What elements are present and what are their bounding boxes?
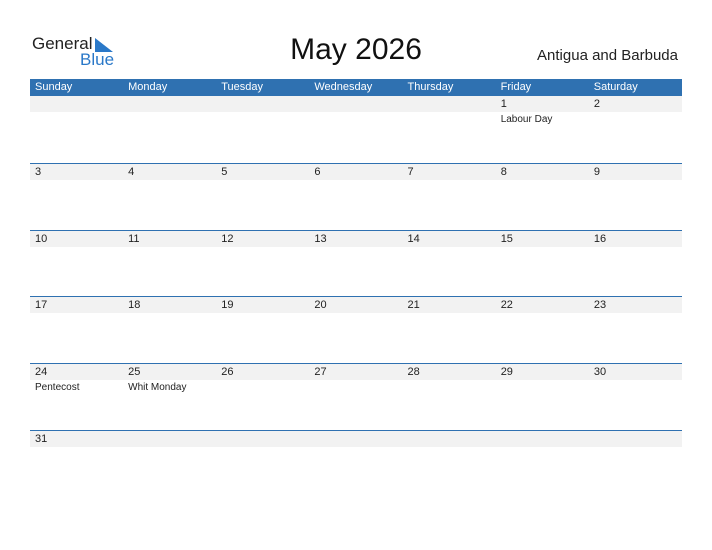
day-number: 23: [593, 299, 607, 311]
weekday-tuesday: Tuesday: [221, 81, 264, 93]
week-row: 3 4 5 6 7 8 9: [30, 163, 682, 231]
day-number: 21: [407, 299, 420, 311]
day-cell: 14: [403, 231, 496, 298]
day-number: 4: [128, 166, 135, 178]
day-cell: 12: [216, 231, 309, 298]
day-number: 1: [500, 98, 507, 110]
holiday-label: Pentecost: [35, 382, 80, 393]
day-cell: 20: [309, 297, 402, 364]
day-number: 30: [593, 366, 607, 378]
day-number: 6: [314, 166, 321, 178]
day-number: 28: [407, 366, 420, 378]
day-number: 5: [221, 166, 228, 178]
day-cell: 10: [30, 231, 123, 298]
day-cell: [589, 431, 682, 498]
day-cell: 19: [216, 297, 309, 364]
day-number: 12: [221, 233, 234, 245]
weekday-header: Sunday Monday Tuesday Wednesday Thursday…: [30, 79, 682, 96]
day-cell: [123, 431, 216, 498]
day-cell: [216, 431, 309, 498]
day-number: 7: [407, 166, 414, 178]
day-cell: 3: [30, 164, 123, 231]
weekday-saturday: Saturday: [593, 81, 638, 93]
day-cell: 16: [589, 231, 682, 298]
day-number: 20: [314, 299, 327, 311]
day-cell: 6: [309, 164, 402, 231]
day-number: 18: [128, 299, 141, 311]
day-number: 17: [35, 299, 48, 311]
weekday-wednesday: Wednesday: [314, 81, 373, 93]
day-cell: 28: [403, 364, 496, 431]
day-number: 10: [35, 233, 48, 245]
day-number: 9: [593, 166, 600, 178]
day-number: 13: [314, 233, 327, 245]
day-cell: 7: [403, 164, 496, 231]
day-cell: 18: [123, 297, 216, 364]
week-row: 31: [30, 430, 682, 498]
day-cell: 17: [30, 297, 123, 364]
day-cell: [216, 96, 309, 163]
week-row: 24 Pentecost 25 Whit Monday 26 27 28 29 30: [30, 363, 682, 431]
day-cell: [496, 431, 589, 498]
day-number: 2: [593, 98, 600, 110]
day-number: 16: [593, 233, 607, 245]
day-number: 26: [221, 366, 234, 378]
day-cell: 11: [123, 231, 216, 298]
week-row: 1 Labour Day 2: [30, 96, 682, 163]
day-cell: 4: [123, 164, 216, 231]
day-number: 14: [407, 233, 420, 245]
day-number: 11: [128, 233, 140, 245]
day-cell: 30: [589, 364, 682, 431]
day-cell: [30, 96, 123, 163]
day-cell: 23: [589, 297, 682, 364]
day-cell: [123, 96, 216, 163]
weekday-thursday: Thursday: [407, 81, 454, 93]
day-cell: 5: [216, 164, 309, 231]
day-cell: 22: [496, 297, 589, 364]
day-number: 3: [35, 166, 42, 178]
day-number: 19: [221, 299, 234, 311]
day-cell: 25 Whit Monday: [123, 364, 216, 431]
day-cell: 29: [496, 364, 589, 431]
day-cell: [309, 96, 402, 163]
day-cell: 21: [403, 297, 496, 364]
day-cell: 31: [30, 431, 123, 498]
day-cell: 1 Labour Day: [496, 96, 589, 163]
day-cell: 24 Pentecost: [30, 364, 123, 431]
day-cell: 15: [496, 231, 589, 298]
day-cell: [309, 431, 402, 498]
day-number: 25: [128, 366, 141, 378]
week-row: 17 18 19 20 21 22 23: [30, 296, 682, 364]
day-cell: 27: [309, 364, 402, 431]
weekday-sunday: Sunday: [35, 81, 73, 93]
day-cell: 13: [309, 231, 402, 298]
day-number: 31: [35, 433, 48, 445]
holiday-label: Labour Day: [500, 114, 553, 125]
holiday-label: Whit Monday: [128, 382, 187, 393]
day-cell: 2: [589, 96, 682, 163]
day-cell: 26: [216, 364, 309, 431]
day-cell: [403, 431, 496, 498]
day-cell: [403, 96, 496, 163]
day-number: 27: [314, 366, 327, 378]
weekday-monday: Monday: [128, 81, 168, 93]
day-number: 24: [35, 366, 48, 378]
country-label: Antigua and Barbuda: [537, 47, 678, 64]
week-row: 10 11 12 13 14 15 16: [30, 230, 682, 298]
day-cell: 9: [589, 164, 682, 231]
day-number: 29: [500, 366, 513, 378]
day-number: 8: [500, 166, 507, 178]
day-number: 15: [500, 233, 513, 245]
day-cell: 8: [496, 164, 589, 231]
weekday-friday: Friday: [500, 81, 532, 93]
day-number: 22: [500, 299, 513, 311]
